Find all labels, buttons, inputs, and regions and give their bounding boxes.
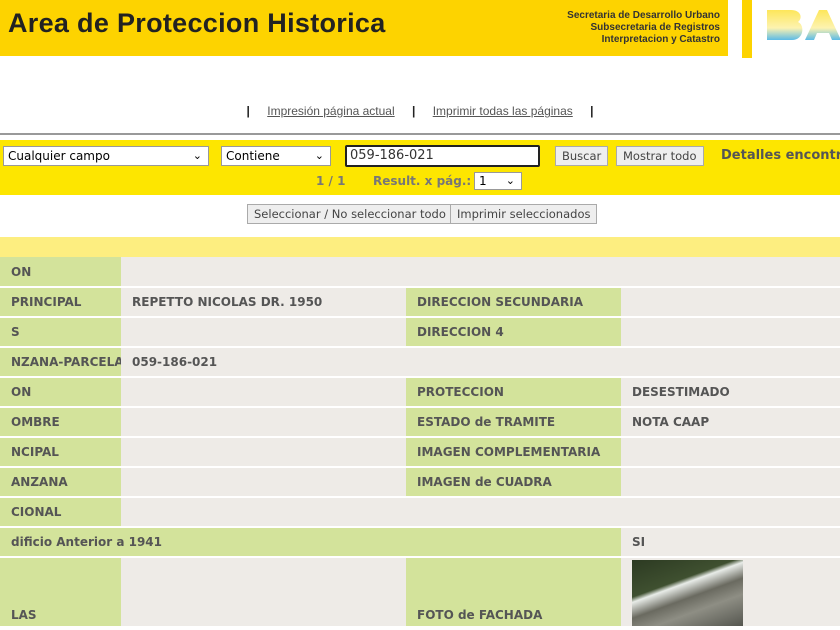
secretaria-text: Secretaria de Desarrollo Urbano Subsecre… bbox=[567, 10, 720, 46]
separator: | bbox=[246, 104, 250, 118]
table-row: NZANA-PARCELA 059-186-021 bbox=[0, 347, 840, 378]
field-label: FOTO de FACHADA bbox=[406, 557, 621, 628]
ba-logo bbox=[767, 10, 840, 40]
page-title: Area de Proteccion Historica bbox=[8, 8, 386, 38]
field-label: PRINCIPAL bbox=[0, 287, 121, 318]
table-row: PRINCIPAL REPETTO NICOLAS DR. 1950 DIRECCI… bbox=[0, 287, 840, 318]
field-value bbox=[121, 557, 406, 628]
field-select[interactable]: Cualquier campo ⌄ bbox=[3, 146, 209, 166]
record-table: ON PRINCIPAL REPETTO NICOLAS DR. 1950 DIRE… bbox=[0, 257, 840, 628]
table-row: CIONAL bbox=[0, 497, 840, 528]
field-value bbox=[621, 467, 840, 498]
secretaria-line: Interpretacion y Catastro bbox=[601, 34, 720, 45]
results-per-page-value: 1 bbox=[479, 174, 487, 188]
field-value bbox=[621, 437, 840, 468]
field-value bbox=[121, 377, 406, 408]
chevron-down-icon: ⌄ bbox=[314, 149, 324, 162]
field-value: 059-186-021 bbox=[121, 347, 840, 378]
field-label: ESTADO de TRAMITE bbox=[406, 407, 621, 438]
table-row: OMBRE ESTADO de TRAMITE NOTA CAAP bbox=[0, 407, 840, 438]
field-value bbox=[621, 287, 840, 318]
operator-select[interactable]: Contiene ⌄ bbox=[221, 146, 331, 166]
chevron-down-icon: ⌄ bbox=[505, 174, 515, 187]
page-indicator: 1 / 1 bbox=[316, 174, 346, 188]
field-label: ON bbox=[0, 257, 121, 288]
field-value bbox=[621, 317, 840, 348]
field-label: NCIPAL bbox=[0, 437, 121, 468]
field-label: ON bbox=[0, 377, 121, 408]
field-label: DIRECCION 4 bbox=[406, 317, 621, 348]
divider bbox=[0, 133, 840, 135]
search-button[interactable]: Buscar bbox=[555, 146, 609, 166]
print-all-pages-link[interactable]: Imprimir todas las páginas bbox=[433, 104, 573, 118]
table-row: LAS FOTO de FACHADA bbox=[0, 557, 840, 628]
field-label: NZANA-PARCELA bbox=[0, 347, 121, 378]
table-row: dificio Anterior a 1941 SI bbox=[0, 527, 840, 558]
header-banner: Area de Proteccion Historica Secretaria … bbox=[0, 0, 728, 56]
chevron-down-icon: ⌄ bbox=[192, 149, 202, 162]
field-label: PROTECCION bbox=[406, 377, 621, 408]
field-value bbox=[121, 437, 406, 468]
field-value: DESESTIMADO bbox=[621, 377, 840, 408]
search-input[interactable]: 059-186-021 bbox=[345, 145, 540, 167]
print-current-page-link[interactable]: Impresión página actual bbox=[267, 104, 394, 118]
field-label: ANZANA bbox=[0, 467, 121, 498]
results-header-band bbox=[0, 237, 840, 257]
field-label: CIONAL bbox=[0, 497, 121, 528]
table-row: ON bbox=[0, 257, 840, 288]
field-value bbox=[121, 497, 840, 528]
field-label: IMAGEN de CUADRA bbox=[406, 467, 621, 498]
field-value bbox=[121, 467, 406, 498]
field-label: OMBRE bbox=[0, 407, 121, 438]
separator: | bbox=[412, 104, 416, 118]
field-value bbox=[121, 407, 406, 438]
field-label: S bbox=[0, 317, 121, 348]
field-value: NOTA CAAP bbox=[621, 407, 840, 438]
field-value bbox=[121, 257, 840, 288]
field-label: DIRECCION SECUNDARIA bbox=[406, 287, 621, 318]
separator: | bbox=[590, 104, 594, 118]
show-all-button[interactable]: Mostrar todo bbox=[616, 146, 704, 166]
field-label: IMAGEN COMPLEMENTARIA bbox=[406, 437, 621, 468]
operator-select-value: Contiene bbox=[226, 149, 280, 163]
search-bar: Cualquier campo ⌄ Contiene ⌄ 059-186-021 B… bbox=[0, 140, 840, 195]
field-label: LAS bbox=[0, 557, 121, 628]
field-value bbox=[121, 317, 406, 348]
field-label: dificio Anterior a 1941 bbox=[0, 527, 621, 558]
field-value: SI bbox=[621, 527, 840, 558]
results-per-page-label: Result. x pág.: bbox=[373, 174, 472, 188]
header-divider bbox=[742, 0, 752, 58]
secretaria-line: Subsecretaria de Registros bbox=[590, 22, 721, 33]
field-value: REPETTO NICOLAS DR. 1950 bbox=[121, 287, 406, 318]
table-row: ANZANA IMAGEN de CUADRA bbox=[0, 467, 840, 498]
results-per-page-select[interactable]: 1 ⌄ bbox=[474, 172, 522, 190]
details-found-text: Detalles encontrados bbox=[721, 148, 840, 163]
field-select-value: Cualquier campo bbox=[8, 149, 110, 163]
facade-photo-cell bbox=[621, 557, 840, 628]
select-all-button[interactable]: Seleccionar / No seleccionar todo bbox=[247, 204, 453, 224]
table-row: S DIRECCION 4 bbox=[0, 317, 840, 348]
secretaria-line: Secretaria de Desarrollo Urbano bbox=[567, 10, 720, 21]
print-links: | Impresión página actual | Imprimir tod… bbox=[0, 104, 840, 118]
print-selected-button[interactable]: Imprimir seleccionados bbox=[450, 204, 598, 224]
facade-photo[interactable] bbox=[632, 560, 743, 625]
table-row: NCIPAL IMAGEN COMPLEMENTARIA bbox=[0, 437, 840, 468]
table-row: ON PROTECCION DESESTIMADO bbox=[0, 377, 840, 408]
